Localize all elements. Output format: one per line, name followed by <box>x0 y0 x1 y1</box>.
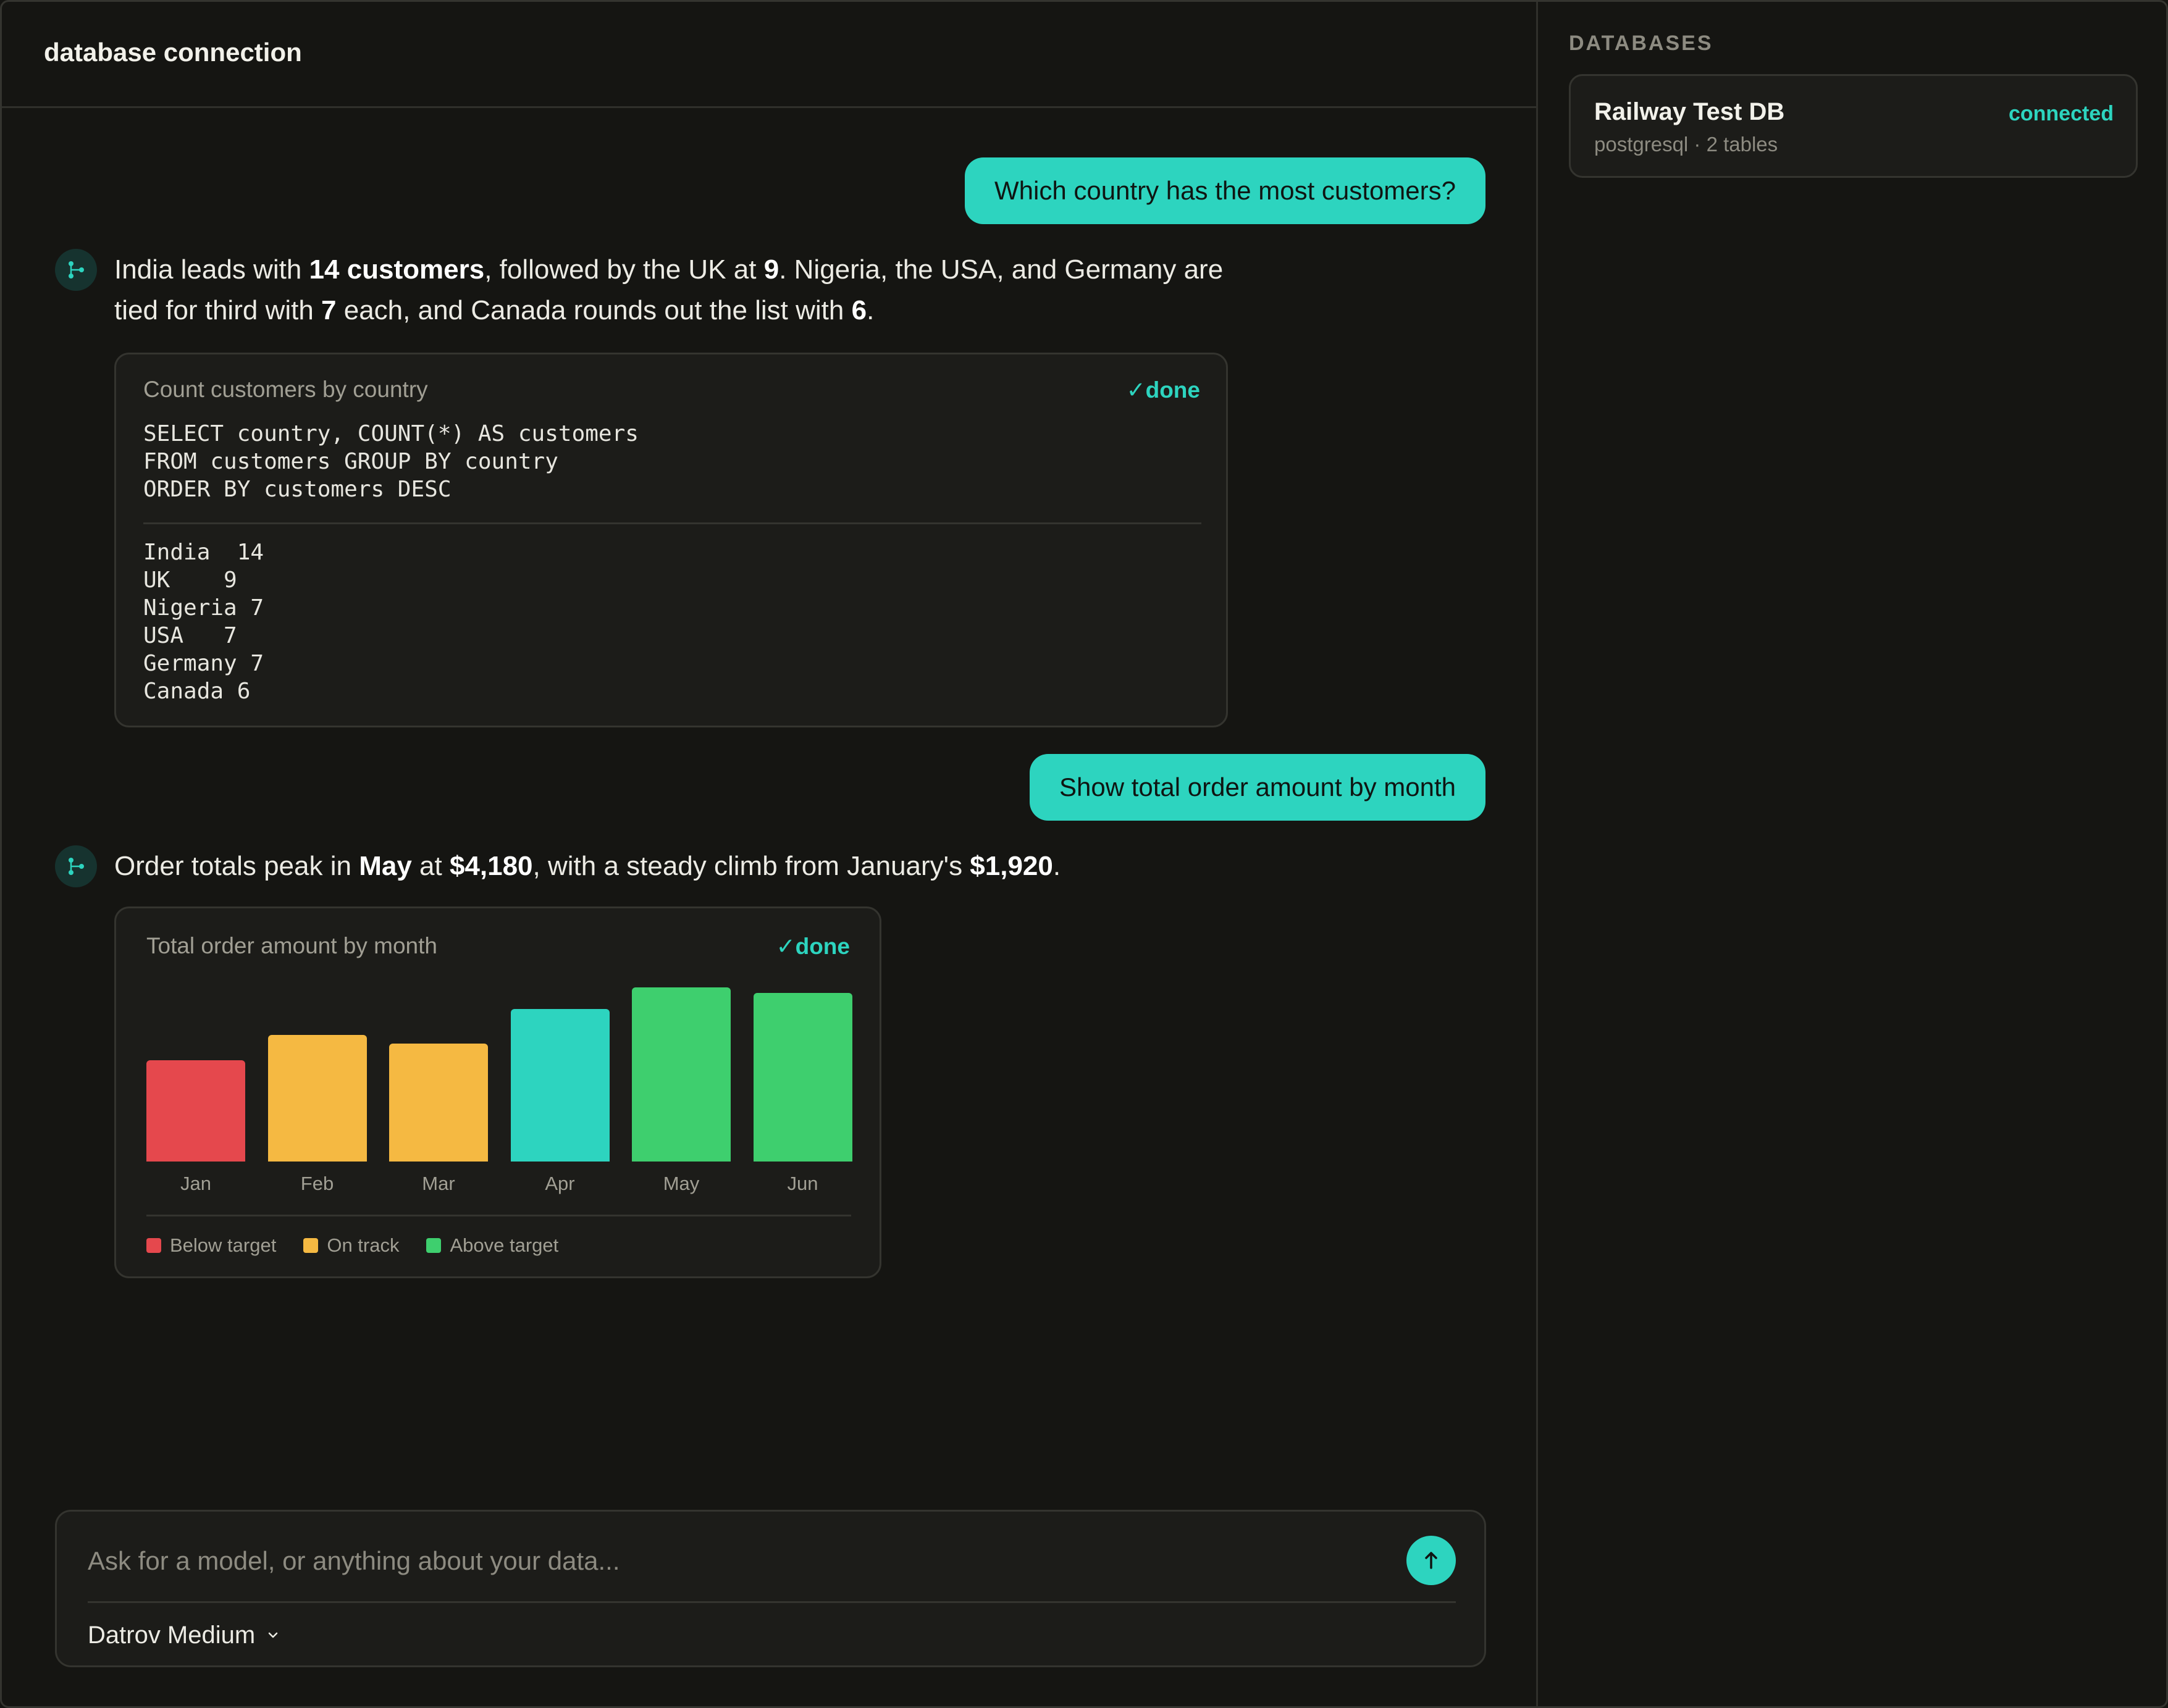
graph-icon <box>69 858 84 875</box>
chart-bar-may <box>632 987 731 1162</box>
legend-label: Below target <box>170 1234 277 1256</box>
x-tick-label: Jun <box>787 1173 818 1194</box>
chart-divider <box>146 1215 851 1216</box>
chevron-down-icon <box>268 1632 278 1638</box>
query-result: India 14 UK 9 Nigeria 7 USA 7 Germany 7 … <box>143 540 264 704</box>
query-card: Count customers by country ✓done SELECT … <box>114 353 1228 727</box>
composer: Datrov Medium <box>55 1510 1486 1667</box>
x-tick-label: Apr <box>545 1173 575 1194</box>
assistant-avatar <box>55 249 97 291</box>
check-icon: ✓ <box>776 934 796 959</box>
chart-bar-jan <box>146 1060 245 1162</box>
chart-bar-jun <box>753 993 852 1162</box>
graph-icon <box>69 261 84 278</box>
x-tick-label: Feb <box>300 1173 334 1194</box>
card-divider <box>143 522 1201 524</box>
legend-item-on-track: On track <box>303 1234 399 1257</box>
assistant-message: Order totals peak in May at $4,180, with… <box>114 851 1061 881</box>
composer-divider <box>88 1601 1456 1603</box>
database-item[interactable]: Railway Test DB postgresql · 2 tables co… <box>1569 74 2138 178</box>
databases-sidebar: DATABASES Railway Test DB postgresql · 2… <box>1538 2 2166 1706</box>
database-name: Railway Test DB <box>1594 98 1785 125</box>
chat-header: database connection <box>2 2 1538 108</box>
sidebar-heading: DATABASES <box>1569 31 1713 55</box>
chart-bar-apr <box>510 1009 610 1162</box>
status-badge: ✓done <box>1126 377 1200 403</box>
chat-panel: database connection Which country has th… <box>2 2 1538 1706</box>
model-name: Datrov Medium <box>88 1621 256 1649</box>
page-title: database connection <box>44 38 302 67</box>
x-tick-label: Mar <box>422 1173 455 1194</box>
x-tick-label: May <box>663 1173 700 1194</box>
connection-status: connected <box>2008 102 2114 125</box>
user-message: Which country has the most customers? <box>965 157 1485 224</box>
user-message: Show total order amount by month <box>1029 754 1485 821</box>
legend-label: Above target <box>450 1234 559 1256</box>
chart-bar-feb <box>267 1034 367 1162</box>
send-button[interactable] <box>1406 1536 1456 1585</box>
chart-bar-mar <box>389 1044 488 1162</box>
chart-title: Total order amount by month <box>146 933 437 958</box>
message-input[interactable] <box>88 1536 1323 1586</box>
chart-card: Total order amount by month ✓done Jan Feb… <box>114 906 881 1278</box>
legend-item-above: Above target <box>426 1234 558 1257</box>
legend-swatch <box>426 1238 442 1253</box>
status-badge: ✓done <box>776 934 850 959</box>
legend-swatch <box>303 1238 319 1253</box>
query-card-title: Count customers by country <box>143 377 428 402</box>
assistant-avatar <box>55 845 97 887</box>
sql-query: SELECT country, COUNT(*) AS customers FR… <box>143 421 639 502</box>
database-meta: postgresql · 2 tables <box>1594 133 1778 156</box>
legend-swatch <box>146 1238 161 1253</box>
legend-label: On track <box>327 1234 400 1256</box>
app-window: database connection Which country has th… <box>0 0 2168 1708</box>
legend-item-below: Below target <box>146 1234 276 1257</box>
check-icon: ✓ <box>1126 377 1146 403</box>
chart-legend: Below target On track Above target <box>146 1234 558 1257</box>
x-tick-label: Jan <box>180 1173 211 1194</box>
model-selector[interactable]: Datrov Medium <box>88 1617 280 1654</box>
arrow-up-icon <box>1425 1552 1437 1569</box>
assistant-message: India leads with 14 customers, followed … <box>114 254 1224 325</box>
